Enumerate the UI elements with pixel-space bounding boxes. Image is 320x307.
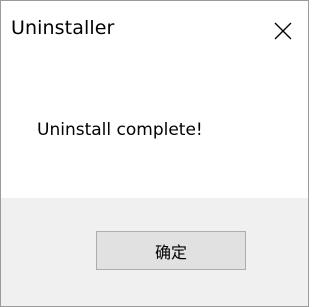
close-button[interactable] xyxy=(262,1,308,63)
message-area: Uninstall complete! xyxy=(1,63,308,198)
ok-button[interactable]: 确定 xyxy=(96,231,246,270)
window-title: Uninstaller xyxy=(11,17,115,39)
close-icon xyxy=(274,22,292,40)
uninstaller-dialog: Uninstaller Uninstall complete! 确定 xyxy=(0,0,309,307)
button-bar: 确定 xyxy=(1,198,308,306)
status-message: Uninstall complete! xyxy=(37,120,203,140)
title-bar[interactable]: Uninstaller xyxy=(1,1,308,63)
